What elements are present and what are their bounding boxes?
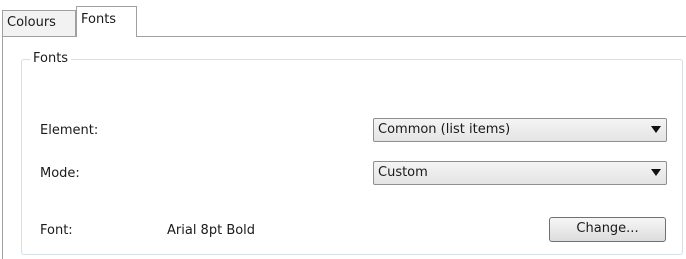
font-label: Font:: [40, 223, 73, 238]
mode-label: Mode:: [40, 166, 80, 181]
element-label: Element:: [40, 123, 99, 138]
font-value: Arial 8pt Bold: [167, 223, 256, 238]
tab-panel-fonts: Fonts Element: Common (list items) Mode:…: [2, 36, 686, 259]
mode-select-value: Custom: [378, 165, 428, 180]
element-select-value: Common (list items): [378, 122, 511, 137]
tab-strip: Colours Fonts: [0, 0, 686, 37]
change-font-button[interactable]: Change...: [549, 217, 666, 242]
element-select[interactable]: Common (list items): [373, 118, 667, 142]
groupbox-title: Fonts: [30, 50, 72, 68]
mode-select[interactable]: Custom: [373, 161, 667, 185]
chevron-down-icon: [651, 169, 661, 176]
tab-colours[interactable]: Colours: [2, 10, 76, 36]
tab-fonts[interactable]: Fonts: [76, 6, 137, 37]
chevron-down-icon: [651, 126, 661, 133]
fonts-groupbox: Fonts Element: Common (list items) Mode:…: [21, 50, 683, 255]
